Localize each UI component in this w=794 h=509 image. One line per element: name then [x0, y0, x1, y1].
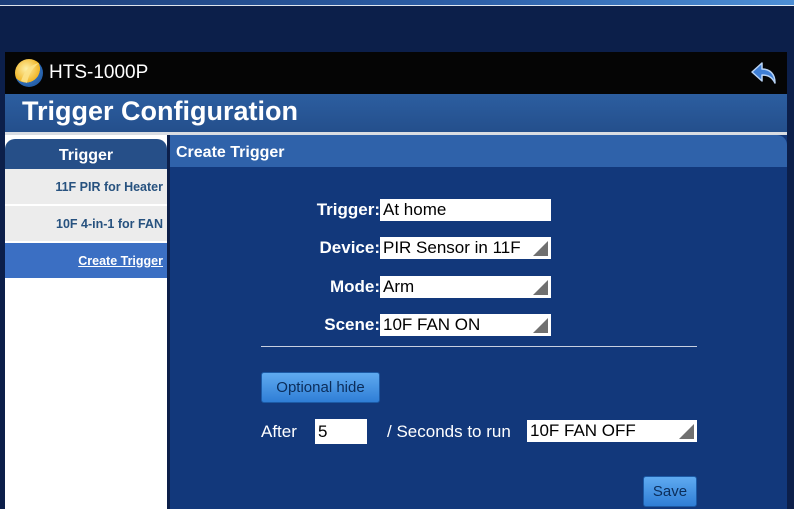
device-select[interactable]: PIR Sensor in 11F [380, 237, 551, 259]
app-bar: HTS-1000P [5, 52, 787, 94]
scene-select-value: 10F FAN ON [383, 315, 481, 334]
mode-select-value: Arm [383, 277, 415, 296]
scene-select[interactable]: 10F FAN ON [380, 314, 551, 336]
after-seconds-input[interactable]: 5 [315, 419, 367, 444]
run-scene-select[interactable]: 10F FAN OFF [527, 420, 697, 442]
device-select-value: PIR Sensor in 11F [383, 238, 521, 257]
title-bar: Trigger Configuration [5, 94, 787, 132]
optional-hide-button[interactable]: Optional hide [261, 372, 380, 403]
dropdown-arrow-icon [533, 241, 548, 256]
trigger-label: Trigger: [316, 200, 380, 219]
create-trigger-panel: Create Trigger Trigger: At home Device: … [170, 135, 787, 509]
back-arrow-icon[interactable] [749, 58, 779, 88]
save-button[interactable]: Save [643, 476, 697, 507]
sidebar-header: Trigger [5, 139, 167, 169]
page-title: Trigger Configuration [22, 96, 298, 126]
app-name: HTS-1000P [49, 62, 149, 83]
panel-header: Create Trigger [170, 135, 787, 167]
dropdown-arrow-icon [533, 280, 548, 295]
form-divider [261, 346, 697, 347]
trigger-name-input[interactable]: At home [380, 199, 551, 221]
run-scene-select-value: 10F FAN OFF [530, 421, 636, 440]
sidebar-item-11f-pir-for-heater[interactable]: 11F PIR for Heater [5, 169, 167, 206]
top-accent-line [0, 5, 794, 6]
scene-label: Scene: [324, 315, 380, 334]
sidebar-item-create-trigger[interactable]: Create Trigger [5, 243, 167, 280]
dropdown-arrow-icon [533, 318, 548, 333]
app-logo-icon [15, 59, 43, 87]
seconds-to-run-label: / Seconds to run [387, 422, 511, 441]
after-label: After [261, 422, 297, 441]
dropdown-arrow-icon [679, 424, 694, 439]
mode-select[interactable]: Arm [380, 276, 551, 298]
mode-label: Mode: [329, 277, 380, 296]
sidebar-item-10f-4-in-1-for-fan[interactable]: 10F 4-in-1 for FAN [5, 206, 167, 243]
device-label: Device: [319, 238, 380, 257]
sidebar: Trigger 11F PIR for Heater 10F 4-in-1 fo… [5, 135, 167, 509]
